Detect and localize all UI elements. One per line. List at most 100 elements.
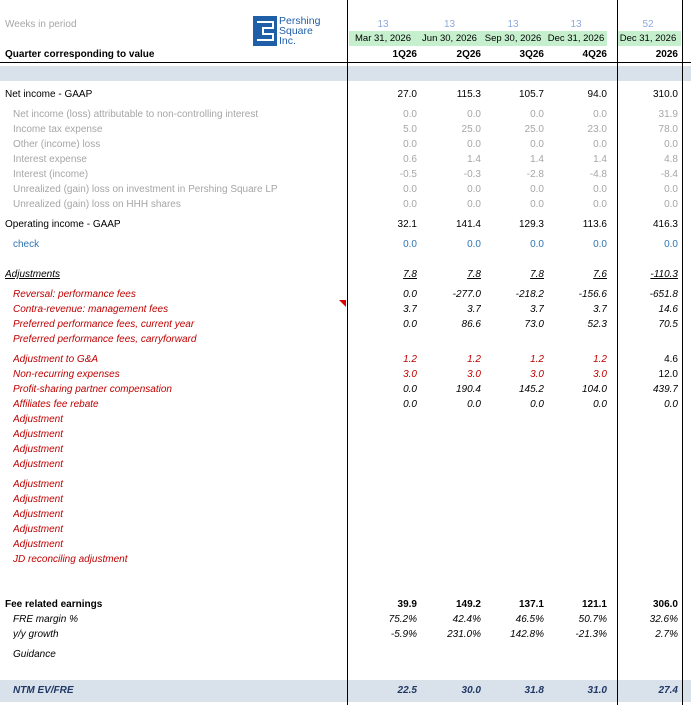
cell: 439.7 — [652, 384, 678, 395]
fre-margin-label: FRE margin % — [13, 614, 79, 625]
cell: 190.4 — [455, 384, 481, 395]
spreadsheet: Weeks in period 13 13 13 13 52 Pershing S… — [0, 0, 691, 705]
other-row: Other (income) loss 0.0 0.0 0.0 0.0 0.0 — [0, 137, 691, 152]
adjustment-label: Adjustment — [13, 414, 64, 425]
unrealized-hhh-label: Unrealized (gain) loss on HHH shares — [13, 199, 181, 210]
cell: 4.6 — [664, 354, 678, 365]
cell: 0.0 — [664, 199, 678, 210]
adjustment-row: Adjustment — [0, 457, 691, 472]
cell: 3.7 — [593, 304, 607, 315]
cell: 7.8 — [467, 269, 481, 280]
weeks-1q26: 13 — [377, 19, 389, 30]
profit-share-row: Profit-sharing partner compensation 0.0 … — [0, 382, 691, 397]
check-row: check 0.0 0.0 0.0 0.0 0.0 — [0, 237, 691, 252]
ntm-row: NTM EV/FRE 22.5 30.0 31.8 31.0 27.4 — [0, 683, 691, 698]
cell: 3.0 — [403, 369, 417, 380]
cell: 27.4 — [658, 685, 678, 696]
cell: 0.0 — [403, 384, 417, 395]
cell: 105.7 — [518, 89, 544, 100]
cell: 0.0 — [664, 184, 678, 195]
cell: 70.5 — [658, 319, 678, 330]
contra-label: Contra-revenue: management fees — [13, 304, 169, 315]
cell: 0.0 — [530, 109, 544, 120]
fre-label: Fee related earnings — [5, 599, 103, 610]
cell: 1.2 — [530, 354, 544, 365]
dates-row: Mar 31, 2026 Jun 30, 2026 Sep 30, 2026 D… — [0, 31, 691, 46]
unrealized-psl-label: Unrealized (gain) loss on investment in … — [13, 184, 278, 195]
nonrec-label: Non-recurring expenses — [13, 369, 120, 380]
adjustment-label: Adjustment — [13, 459, 64, 470]
adjustment-row: Adjustment — [0, 442, 691, 457]
cell: -8.4 — [660, 169, 678, 180]
cell: 1.2 — [403, 354, 417, 365]
adjustment-label: Adjustment — [13, 429, 64, 440]
cell: -218.2 — [515, 289, 544, 300]
affiliates-label: Affiliates fee rebate — [13, 399, 99, 410]
cell: 1.4 — [530, 154, 544, 165]
cell: -110.3 — [650, 269, 678, 280]
adj-ga-label: Adjustment to G&A — [13, 354, 99, 365]
cell: 7.8 — [403, 269, 417, 280]
quarter-1q26: 1Q26 — [392, 49, 417, 60]
cell: 0.0 — [664, 239, 678, 250]
jd-row: JD reconciling adjustment — [0, 552, 691, 567]
cell: 149.2 — [455, 599, 481, 610]
cell: 0.0 — [593, 184, 607, 195]
adjustment-label: Adjustment — [13, 444, 64, 455]
cell: 0.0 — [593, 239, 607, 250]
cell: 0.6 — [403, 154, 417, 165]
other-label: Other (income) loss — [13, 139, 101, 150]
nci-label: Net income (loss) attributable to non-co… — [13, 109, 259, 120]
cell: 0.0 — [467, 239, 481, 250]
cell: 0.0 — [403, 139, 417, 150]
cell: 137.1 — [518, 599, 544, 610]
cell: 0.0 — [467, 199, 481, 210]
adjustments-label: Adjustments — [5, 269, 61, 280]
adjustment-label: Adjustment — [13, 524, 64, 535]
adjustment-row: Adjustment — [0, 427, 691, 442]
column-divider — [347, 0, 348, 705]
weeks-row: Weeks in period 13 13 13 13 52 — [0, 17, 691, 32]
cell: 3.7 — [530, 304, 544, 315]
cell: 0.0 — [467, 139, 481, 150]
adjustment-row: Adjustment — [0, 522, 691, 537]
cell: 0.0 — [467, 399, 481, 410]
cell: 0.0 — [593, 399, 607, 410]
cell: 52.3 — [587, 319, 607, 330]
cell: 104.0 — [581, 384, 607, 395]
cell: 0.0 — [403, 399, 417, 410]
cell: 31.0 — [587, 685, 607, 696]
quarter-2026: 2026 — [655, 49, 678, 60]
cell: 0.0 — [403, 239, 417, 250]
fre-margin-row: FRE margin % 75.2% 42.4% 46.5% 50.7% 32.… — [0, 612, 691, 627]
pref-current-row: Preferred performance fees, current year… — [0, 317, 691, 332]
cell: -4.8 — [589, 169, 607, 180]
cell: 1.4 — [467, 154, 481, 165]
tax-row: Income tax expense 5.0 25.0 25.0 23.0 78… — [0, 122, 691, 137]
cell: 0.0 — [403, 319, 417, 330]
cell: 2.7% — [655, 629, 678, 640]
adjustment-row: Adjustment — [0, 492, 691, 507]
cell: 7.6 — [593, 269, 607, 280]
date-2026: Dec 31, 2026 — [619, 33, 677, 44]
cell: 141.4 — [455, 219, 481, 230]
comment-indicator-icon[interactable] — [339, 300, 346, 307]
cell: 129.3 — [518, 219, 544, 230]
cell: 0.0 — [530, 399, 544, 410]
net-income-row: Net income - GAAP 27.0 115.3 105.7 94.0 … — [0, 87, 691, 102]
weeks-3q26: 13 — [507, 19, 519, 30]
unrealized-psl-row: Unrealized (gain) loss on investment in … — [0, 182, 691, 197]
column-divider — [617, 0, 618, 705]
header-rule — [0, 62, 691, 63]
cell: 3.0 — [467, 369, 481, 380]
adjustment-label: Adjustment — [13, 509, 64, 520]
cell: 23.0 — [587, 124, 607, 135]
net-income-label: Net income - GAAP — [5, 89, 93, 100]
cell: 115.3 — [456, 89, 481, 100]
cell: 142.8% — [510, 629, 544, 640]
cell: 32.1 — [397, 219, 417, 230]
quarter-4q26: 4Q26 — [582, 49, 607, 60]
operating-income-label: Operating income - GAAP — [5, 219, 121, 230]
interest-income-row: Interest (income) -0.5 -0.3 -2.8 -4.8 -8… — [0, 167, 691, 182]
cell: 0.0 — [467, 184, 481, 195]
